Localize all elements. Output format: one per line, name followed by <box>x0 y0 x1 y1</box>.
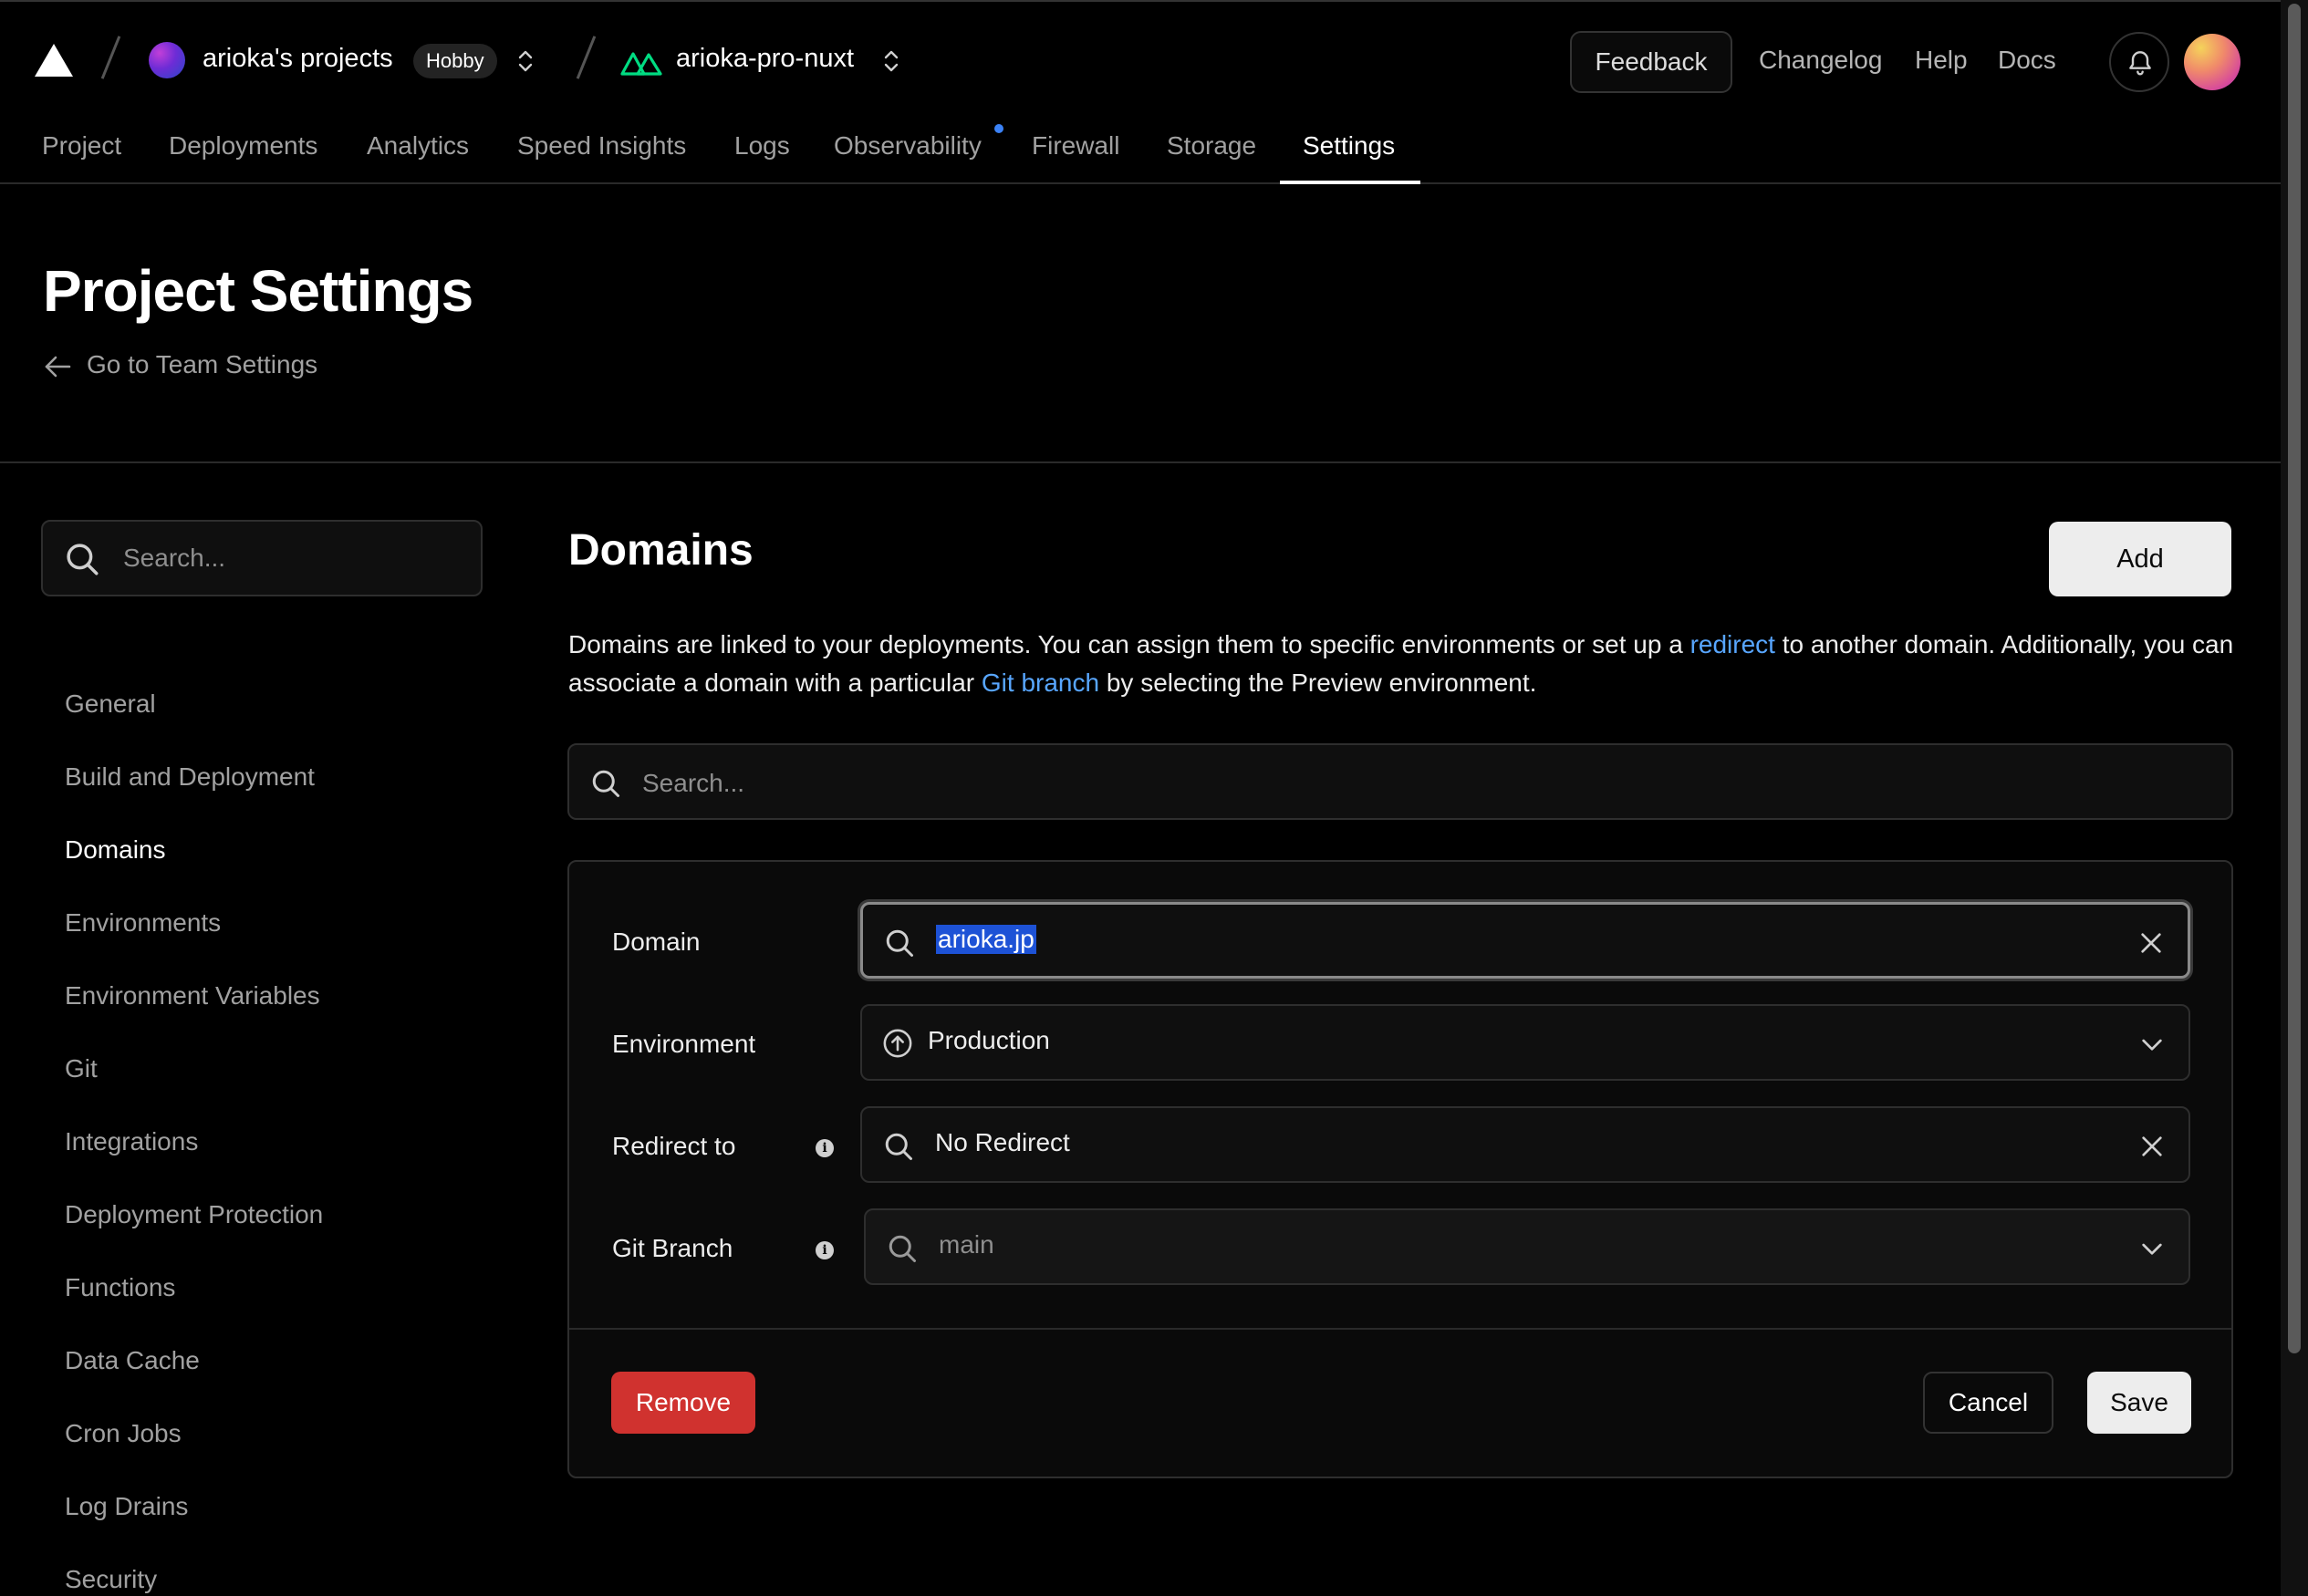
feedback-button[interactable]: Feedback <box>1570 31 1732 93</box>
new-indicator-dot <box>994 124 1003 133</box>
search-icon <box>885 1133 912 1160</box>
git-branch-select[interactable]: main <box>864 1208 2190 1285</box>
sidebar-item-environment-variables[interactable]: Environment Variables <box>65 981 320 1010</box>
search-icon <box>889 1235 916 1262</box>
tab-project[interactable]: Project <box>42 131 121 161</box>
domain-label: Domain <box>612 928 701 956</box>
sidebar-item-log-drains[interactable]: Log Drains <box>65 1492 188 1521</box>
tab-deployments[interactable]: Deployments <box>169 131 317 161</box>
docs-link[interactable]: Docs <box>1998 46 2056 75</box>
info-icon[interactable]: i <box>816 1139 834 1157</box>
arrow-left-icon <box>45 356 71 378</box>
vercel-logo-icon[interactable] <box>35 44 73 77</box>
section-title: Domains <box>568 526 754 575</box>
sidebar-item-git[interactable]: Git <box>65 1054 98 1083</box>
save-button[interactable]: Save <box>2087 1372 2191 1434</box>
chevron-down-icon[interactable] <box>2137 1030 2167 1059</box>
environment-label: Environment <box>612 1030 756 1058</box>
user-avatar[interactable] <box>2184 34 2240 90</box>
git-branch-label: Git Branch <box>612 1234 733 1262</box>
sidebar-item-data-cache[interactable]: Data Cache <box>65 1346 200 1375</box>
sidebar-search-input[interactable] <box>123 540 470 576</box>
environment-select[interactable]: Production <box>860 1004 2190 1081</box>
tab-settings[interactable]: Settings <box>1303 131 1395 161</box>
tab-speed-insights[interactable]: Speed Insights <box>517 131 686 161</box>
breadcrumb-separator <box>100 36 121 79</box>
notifications-bell-icon[interactable] <box>2109 32 2169 92</box>
redirect-label: Redirect to <box>612 1132 736 1160</box>
project-switcher-chevron-icon[interactable] <box>882 47 900 75</box>
domain-edit-card: Domain arioka.jp Environment Production … <box>567 860 2233 1478</box>
sidebar-item-functions[interactable]: Functions <box>65 1273 175 1302</box>
sidebar-item-build-and-deployment[interactable]: Build and Deployment <box>65 762 315 792</box>
card-divider <box>569 1328 2231 1330</box>
nuxt-project-icon <box>620 47 662 77</box>
add-domain-button[interactable]: Add <box>2049 522 2231 596</box>
top-header: arioka's projects Hobby arioka-pro-nuxt … <box>0 0 2281 184</box>
back-link-label: Go to Team Settings <box>87 350 318 378</box>
domains-search[interactable] <box>567 743 2233 820</box>
changelog-link[interactable]: Changelog <box>1759 46 1882 75</box>
git-branch-placeholder: main <box>939 1230 994 1259</box>
sidebar-item-deployment-protection[interactable]: Deployment Protection <box>65 1200 323 1229</box>
page-title: Project Settings <box>43 258 473 324</box>
team-avatar[interactable] <box>149 42 185 78</box>
environment-value: Production <box>928 1026 1050 1054</box>
description-text: Domains are linked to your deployments. … <box>568 630 1690 658</box>
team-switcher-chevron-icon[interactable] <box>516 47 535 75</box>
tab-observability[interactable]: Observability <box>834 131 982 161</box>
scrollbar-thumb[interactable] <box>2288 4 2301 1353</box>
redirect-input[interactable]: No Redirect <box>860 1106 2190 1183</box>
sidebar-search[interactable] <box>41 520 483 596</box>
production-arrow-up-icon <box>883 1029 912 1058</box>
remove-button[interactable]: Remove <box>611 1372 755 1434</box>
redirect-value: No Redirect <box>935 1128 1070 1156</box>
help-link[interactable]: Help <box>1915 46 1968 75</box>
domains-search-input[interactable] <box>642 765 2193 802</box>
git-branch-link[interactable]: Git branch <box>982 668 1099 697</box>
chevron-down-icon[interactable] <box>2137 1234 2167 1263</box>
sidebar-item-environments[interactable]: Environments <box>65 908 221 938</box>
search-icon <box>592 770 619 797</box>
tab-storage[interactable]: Storage <box>1167 131 1256 161</box>
cancel-button[interactable]: Cancel <box>1923 1372 2053 1434</box>
section-divider <box>0 461 2281 463</box>
active-tab-underline <box>1280 181 1420 184</box>
breadcrumb-separator <box>576 36 597 79</box>
clear-icon[interactable] <box>2137 1132 2167 1161</box>
sidebar-item-general[interactable]: General <box>65 689 156 719</box>
tab-logs[interactable]: Logs <box>734 131 790 161</box>
domains-description: Domains are linked to your deployments. … <box>568 626 2247 702</box>
search-icon <box>67 544 99 575</box>
sidebar-item-security[interactable]: Security <box>65 1565 157 1594</box>
search-icon <box>886 929 913 957</box>
project-name[interactable]: arioka-pro-nuxt <box>676 44 854 74</box>
sidebar-item-cron-jobs[interactable]: Cron Jobs <box>65 1419 182 1448</box>
team-name[interactable]: arioka's projects <box>203 44 393 74</box>
domain-input[interactable]: arioka.jp <box>860 902 2190 979</box>
sidebar-item-domains[interactable]: Domains <box>65 835 165 865</box>
redirect-link[interactable]: redirect <box>1690 630 1775 658</box>
domain-value[interactable]: arioka.jp <box>936 925 1036 954</box>
tab-firewall[interactable]: Firewall <box>1032 131 1119 161</box>
plan-badge: Hobby <box>413 44 497 78</box>
description-text: by selecting the Preview environment. <box>1099 668 1537 697</box>
tab-analytics[interactable]: Analytics <box>367 131 469 161</box>
info-icon[interactable]: i <box>816 1241 834 1259</box>
sidebar-item-integrations[interactable]: Integrations <box>65 1127 198 1156</box>
clear-icon[interactable] <box>2136 928 2166 958</box>
